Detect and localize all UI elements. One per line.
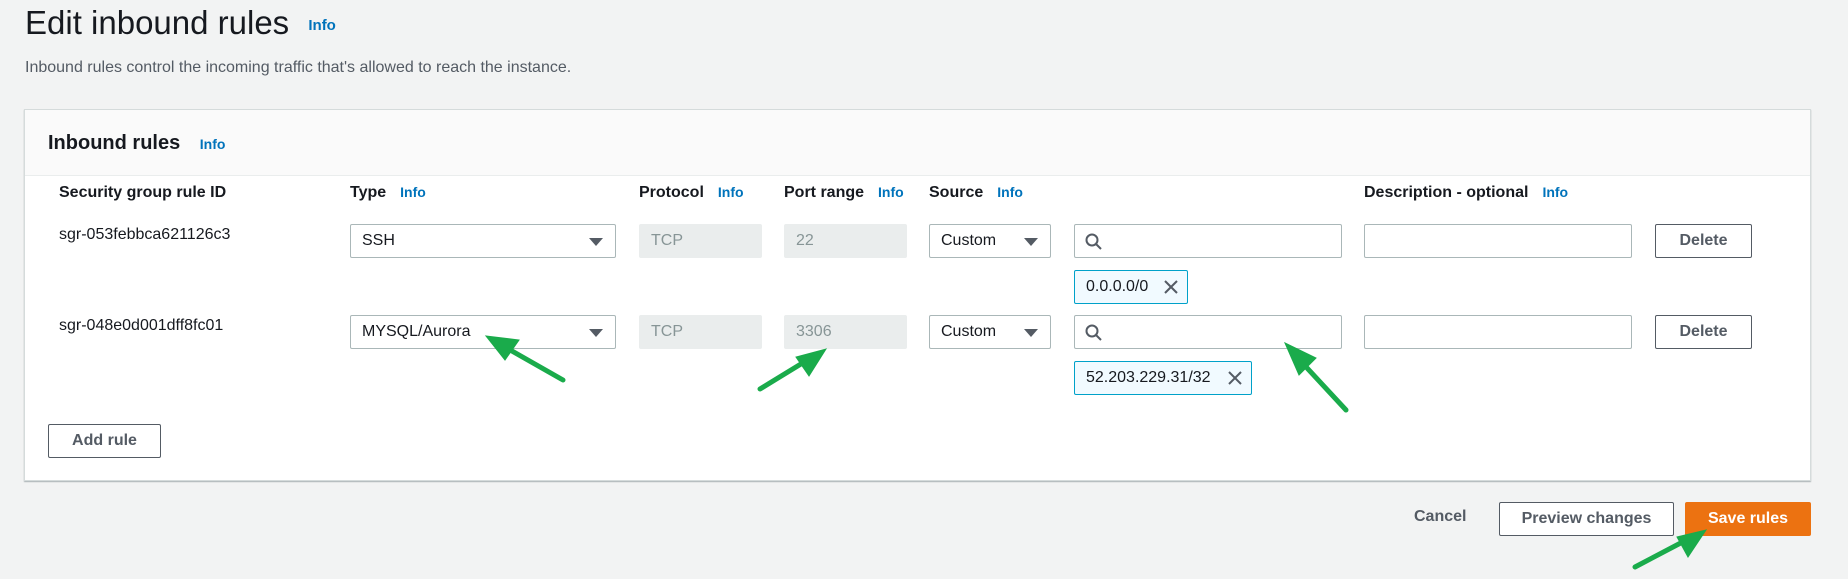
delete-button-1[interactable]: Delete [1655, 224, 1752, 258]
caret-down-icon [1024, 329, 1038, 337]
page-title-info-link[interactable]: Info [308, 17, 336, 34]
port-range-info-link[interactable]: Info [878, 184, 904, 200]
column-header-source-label: Source [929, 184, 984, 201]
column-header-description-label: Description - optional [1364, 184, 1529, 201]
source-info-link[interactable]: Info [997, 184, 1023, 200]
source-token-2: 52.203.229.31/32 [1074, 361, 1252, 395]
panel-header: Inbound rules Info [25, 110, 1810, 176]
source-type-select-2-value: Custom [941, 323, 997, 340]
port-range-field-2: 3306 [784, 315, 907, 349]
source-token-2-value: 52.203.229.31/32 [1086, 369, 1211, 386]
type-select-1[interactable]: SSH [350, 224, 616, 258]
caret-down-icon [589, 238, 603, 246]
inbound-rules-panel: Inbound rules Info Security group rule I… [24, 109, 1811, 481]
save-rules-button[interactable]: Save rules [1685, 502, 1811, 536]
source-token-1: 0.0.0.0/0 [1074, 270, 1188, 304]
description-info-link[interactable]: Info [1542, 184, 1568, 200]
protocol-field-2: TCP [639, 315, 762, 349]
panel-title: Inbound rules Info [48, 132, 225, 155]
source-type-select-1[interactable]: Custom [929, 224, 1051, 258]
source-type-select-1-value: Custom [941, 232, 997, 249]
close-icon[interactable] [1163, 279, 1179, 295]
description-input-2[interactable] [1364, 315, 1632, 349]
rule-id-2: sgr-048e0d001dff8fc01 [59, 317, 224, 334]
cancel-button[interactable]: Cancel [1414, 508, 1466, 526]
page-title-text: Edit inbound rules [25, 4, 290, 41]
page-description: Inbound rules control the incoming traff… [25, 59, 572, 76]
column-header-type: Type Info [350, 184, 426, 202]
add-rule-button[interactable]: Add rule [48, 424, 161, 458]
column-header-rule-id-label: Security group rule ID [59, 184, 227, 201]
source-token-1-value: 0.0.0.0/0 [1086, 278, 1149, 295]
column-header-port-range: Port range Info [784, 184, 904, 202]
type-info-link[interactable]: Info [400, 184, 426, 200]
caret-down-icon [589, 329, 603, 337]
preview-changes-button[interactable]: Preview changes [1499, 502, 1674, 536]
column-header-protocol-label: Protocol [639, 184, 704, 201]
column-header-rule-id: Security group rule ID [59, 184, 226, 202]
search-icon [1085, 233, 1102, 250]
type-select-2[interactable]: MYSQL/Aurora [350, 315, 616, 349]
column-header-type-label: Type [350, 184, 387, 201]
port-range-field-1: 22 [784, 224, 907, 258]
column-header-description: Description - optional Info [1364, 184, 1568, 202]
source-search-input-1[interactable] [1074, 224, 1342, 258]
column-header-protocol: Protocol Info [639, 184, 744, 202]
column-header-source: Source Info [929, 184, 1023, 202]
rule-id-1: sgr-053febbca621126c3 [59, 226, 231, 243]
page-title: Edit inbound rules Info [25, 4, 336, 42]
search-icon [1085, 324, 1102, 341]
type-select-1-value: SSH [362, 232, 395, 249]
column-header-port-range-label: Port range [784, 184, 865, 201]
delete-button-2[interactable]: Delete [1655, 315, 1752, 349]
description-input-1[interactable] [1364, 224, 1632, 258]
panel-title-info-link[interactable]: Info [200, 136, 226, 152]
type-select-2-value: MYSQL/Aurora [362, 323, 471, 340]
panel-title-text: Inbound rules [48, 132, 181, 154]
protocol-info-link[interactable]: Info [718, 184, 744, 200]
source-type-select-2[interactable]: Custom [929, 315, 1051, 349]
close-icon[interactable] [1227, 370, 1243, 386]
protocol-field-1: TCP [639, 224, 762, 258]
caret-down-icon [1024, 238, 1038, 246]
source-search-input-2[interactable] [1074, 315, 1342, 349]
